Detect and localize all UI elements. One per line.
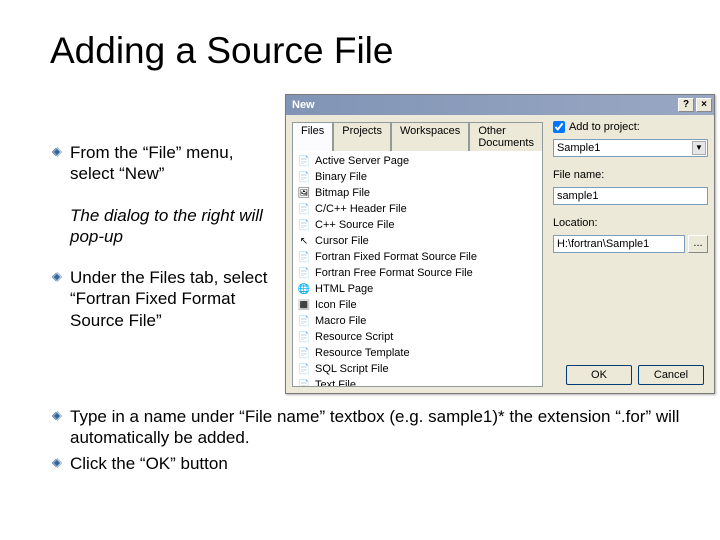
ok-button[interactable]: OK [566,365,632,385]
tab-strip: Files Projects Workspaces Other Document… [292,121,543,150]
file-name-input[interactable]: sample1 [553,187,708,205]
list-item-label: Binary File [315,171,367,183]
list-item-label: Icon File [315,299,357,311]
list-item-label: SQL Script File [315,363,389,375]
list-item[interactable]: 📄 C/C++ Header File [295,201,540,217]
bullet-item: Type in a name under “File name” textbox… [50,406,680,449]
file-icon: 📄 [297,170,311,184]
list-item-label: Text File [315,379,356,387]
list-item[interactable]: 📄 Resource Script [295,329,540,345]
list-item-label: C/C++ Header File [315,203,407,215]
bullet-text: Type in a name under “File name” textbox… [70,406,680,449]
list-item[interactable]: 📄 SQL Script File [295,361,540,377]
add-to-project-input[interactable] [553,121,565,133]
dialog-title: New [292,99,315,111]
browse-button[interactable]: ... [688,235,708,253]
list-item-label: Cursor File [315,235,369,247]
bullet-item: From the “File” menu, select “New” [50,142,270,185]
list-item-label: C++ Source File [315,219,394,231]
bullet-item: Under the Files tab, select “Fortran Fix… [50,267,270,331]
file-icon: 📄 [297,250,311,264]
tab-files[interactable]: Files [292,122,333,151]
file-icon: ↖ [297,234,311,248]
list-item-label: Resource Template [315,347,410,359]
list-item[interactable]: 📄 Fortran Free Format Source File [295,265,540,281]
cancel-button[interactable]: Cancel [638,365,704,385]
list-item-label: Macro File [315,315,366,327]
list-item[interactable]: 📄 Text File [295,377,540,387]
diamond-bullet-icon [50,410,62,422]
list-item[interactable]: 📄 C++ Source File [295,217,540,233]
file-icon: 🔳 [297,298,311,312]
file-icon: 📄 [297,378,311,387]
list-item-label: Fortran Fixed Format Source File [315,251,477,263]
file-icon: 🌐 [297,282,311,296]
list-item[interactable]: 📄 Binary File [295,169,540,185]
bottom-bullets: Type in a name under “File name” textbox… [50,406,680,474]
file-icon: 📄 [297,266,311,280]
list-item[interactable]: ↖ Cursor File [295,233,540,249]
file-name-value: sample1 [557,190,599,202]
list-item-label: Active Server Page [315,155,409,167]
list-item-label: Resource Script [315,331,393,343]
list-item-label: HTML Page [315,283,373,295]
chevron-down-icon[interactable]: ▼ [692,141,706,155]
list-item[interactable]: 📄 Resource Template [295,345,540,361]
list-item-label: Bitmap File [315,187,370,199]
dialog-titlebar[interactable]: New ? × [286,95,714,115]
diamond-bullet-icon [50,271,62,283]
italic-note: The dialog to the right will pop-up [70,205,270,248]
file-icon: 📄 [297,346,311,360]
project-combo-value: Sample1 [557,142,600,154]
project-combo[interactable]: Sample1 ▼ [553,139,708,157]
diamond-bullet-icon [50,146,62,158]
help-button[interactable]: ? [678,98,694,112]
bullet-text: Under the Files tab, select “Fortran Fix… [70,267,270,331]
list-item[interactable]: 📄 Active Server Page [295,153,540,169]
file-icon: 📄 [297,154,311,168]
tab-projects[interactable]: Projects [333,122,391,151]
list-item[interactable]: 🌐 HTML Page [295,281,540,297]
location-label: Location: [553,217,708,229]
location-value: H:\fortran\Sample1 [557,238,649,250]
close-button[interactable]: × [696,98,712,112]
list-item[interactable]: 🔳 Icon File [295,297,540,313]
add-to-project-label: Add to project: [569,121,640,133]
file-name-label: File name: [553,169,708,181]
slide-title: Adding a Source File [50,30,680,72]
file-icon: 📄 [297,202,311,216]
list-item[interactable]: 📄 Fortran Fixed Format Source File [295,249,540,265]
bullet-text: Click the “OK” button [70,453,228,474]
tab-workspaces[interactable]: Workspaces [391,122,469,151]
list-item[interactable]: 📄 Macro File [295,313,540,329]
left-column: From the “File” menu, select “New” The d… [50,94,270,394]
file-icon: 📄 [297,218,311,232]
file-icon: 📄 [297,330,311,344]
tab-other-documents[interactable]: Other Documents [469,122,543,151]
bullet-text: From the “File” menu, select “New” [70,142,270,185]
file-icon: 📄 [297,362,311,376]
bullet-item: Click the “OK” button [50,453,680,474]
add-to-project-checkbox[interactable]: Add to project: [553,121,708,133]
file-type-list[interactable]: 📄 Active Server Page 📄 Binary File 🖼 Bitmap… [292,150,543,387]
diamond-bullet-icon [50,457,62,469]
location-input[interactable]: H:\fortran\Sample1 [553,235,685,253]
list-item[interactable]: 🖼 Bitmap File [295,185,540,201]
file-icon: 🖼 [297,186,311,200]
list-item-label: Fortran Free Format Source File [315,267,473,279]
new-dialog: New ? × Files Projects Workspaces Other … [285,94,715,394]
file-icon: 📄 [297,314,311,328]
